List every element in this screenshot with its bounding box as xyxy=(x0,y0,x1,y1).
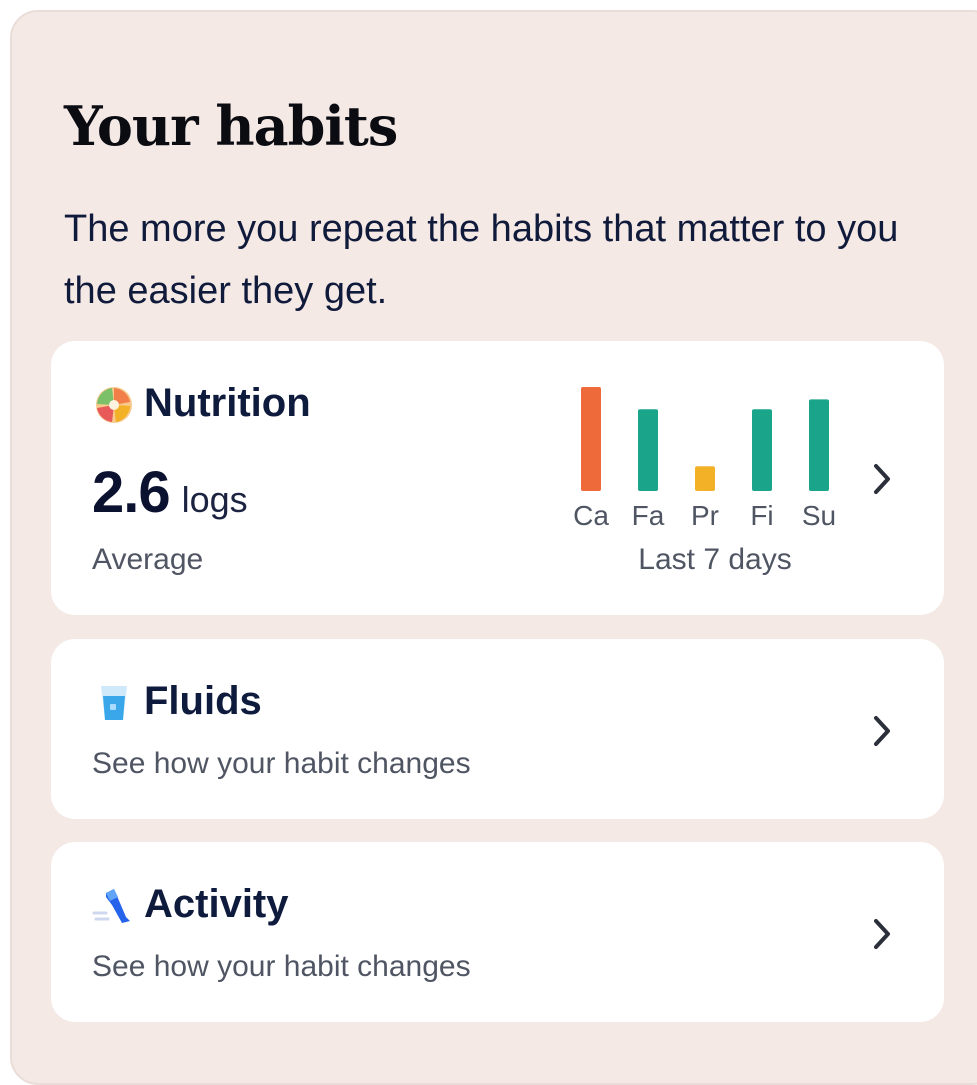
activity-card[interactable]: Activity See how your habit changes xyxy=(51,842,944,1022)
average-logs-value: 2.6 xyxy=(92,460,171,525)
bar-su xyxy=(809,399,829,491)
tick-label-ca: Ca xyxy=(573,500,609,531)
activity-subtitle: See how your habit changes xyxy=(92,950,471,983)
fruit-bowl-icon xyxy=(92,382,136,426)
average-label: Average xyxy=(92,543,204,576)
average-logs-unit: logs xyxy=(181,479,248,520)
activity-title: Activity xyxy=(144,882,289,926)
tick-label-fi: Fi xyxy=(750,500,773,531)
running-shoe-icon xyxy=(92,883,136,927)
tick-label-fa: Fa xyxy=(632,500,665,531)
nutrition-header: Nutrition xyxy=(92,381,311,426)
chevron-right-icon[interactable] xyxy=(872,713,894,749)
fluids-header: Fluids xyxy=(92,679,262,724)
water-glass-icon xyxy=(92,680,136,724)
chevron-right-icon[interactable] xyxy=(872,916,894,952)
fluids-card[interactable]: Fluids See how your habit changes xyxy=(51,639,944,819)
bar-pr xyxy=(695,466,715,491)
nutrition-metric: 2.6 logs xyxy=(92,459,248,526)
bar-ca xyxy=(581,387,601,491)
fluids-title: Fluids xyxy=(144,679,262,723)
bar-fi xyxy=(752,409,772,491)
fluids-subtitle: See how your habit changes xyxy=(92,747,471,780)
nutrition-title: Nutrition xyxy=(144,381,311,425)
nutrition-bar-chart-svg: Ca Fa Pr Fi Su xyxy=(573,387,836,531)
nutrition-card[interactable]: Nutrition 2.6 logs Average Ca Fa Pr Fi Su La… xyxy=(51,341,944,615)
page-subtitle: The more you repeat the habits that matt… xyxy=(64,208,899,312)
activity-header: Activity xyxy=(92,882,289,927)
tick-label-pr: Pr xyxy=(691,500,719,531)
page-title: Your habits xyxy=(64,94,398,158)
chart-period-label: Last 7 days xyxy=(638,543,792,576)
chevron-right-icon[interactable] xyxy=(872,461,894,497)
bar-fa xyxy=(638,409,658,491)
tick-label-su: Su xyxy=(802,500,836,531)
